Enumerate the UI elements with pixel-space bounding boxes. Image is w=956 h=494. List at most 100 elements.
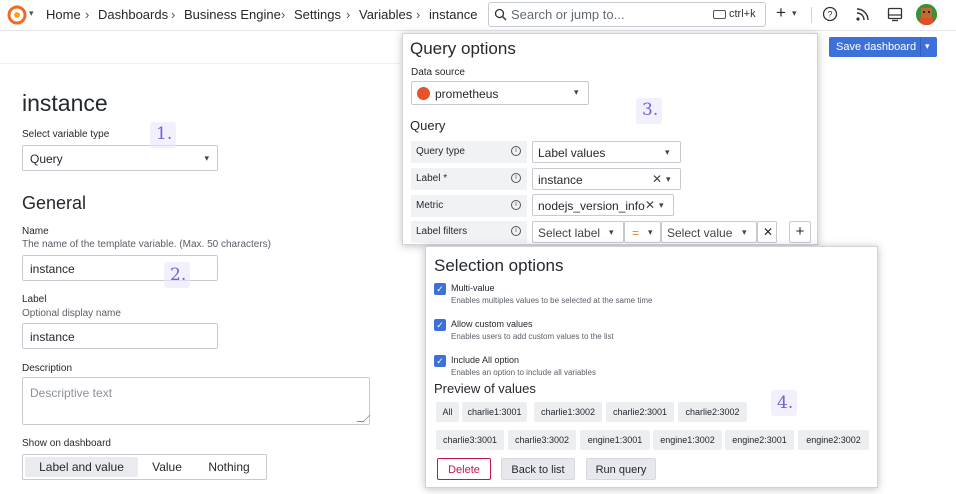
save-divider bbox=[920, 37, 921, 57]
include-all-title: Include All option bbox=[451, 355, 520, 365]
annotation-4: 4. bbox=[777, 393, 794, 413]
info-icon: i bbox=[511, 173, 521, 183]
preview-value-chip: charlie1:3001 bbox=[462, 402, 527, 422]
save-dashboard-button[interactable]: Save dashboard ▾ bbox=[829, 37, 937, 57]
metric-select[interactable]: nodejs_version_info ✕ ▾ bbox=[532, 194, 674, 216]
chevron-down-icon[interactable]: ▾ bbox=[792, 8, 797, 19]
filter-value-placeholder: Select value bbox=[667, 226, 733, 240]
chevron-down-icon: ▾ bbox=[648, 227, 653, 237]
include-all-checkbox[interactable]: ✓ bbox=[434, 355, 446, 367]
search-icon bbox=[494, 8, 507, 21]
label-label: Label bbox=[22, 294, 47, 305]
show-on-dashboard-label: Show on dashboard bbox=[22, 438, 111, 449]
label-input[interactable]: instance bbox=[22, 323, 218, 349]
back-to-list-button[interactable]: Back to list bbox=[501, 458, 575, 480]
chevron-down-icon: ▾ bbox=[609, 227, 614, 237]
resize-handle-icon[interactable] bbox=[356, 415, 371, 422]
info-icon: i bbox=[511, 200, 521, 210]
custom-values-title: Allow custom values bbox=[451, 319, 533, 329]
rss-icon[interactable] bbox=[855, 6, 872, 23]
add-button[interactable]: + bbox=[776, 3, 786, 23]
label-select-value: instance bbox=[538, 173, 583, 187]
dock-icon[interactable] bbox=[887, 6, 904, 23]
query-heading: Query bbox=[410, 118, 446, 133]
multi-value-checkbox[interactable]: ✓ bbox=[434, 283, 446, 295]
breadcrumb-separator-icon: › bbox=[85, 7, 90, 22]
clear-icon[interactable]: ✕ bbox=[652, 172, 662, 186]
chevron-down-icon: ▾ bbox=[666, 174, 671, 184]
metric-label: Metric i bbox=[411, 195, 527, 217]
filter-value-select[interactable]: Select value ▾ bbox=[661, 221, 757, 243]
prometheus-icon bbox=[417, 87, 430, 100]
chevron-down-icon[interactable]: ▾ bbox=[29, 8, 34, 19]
breadcrumb-settings[interactable]: Settings bbox=[294, 7, 341, 22]
variable-type-value: Query bbox=[30, 152, 63, 166]
search-input[interactable]: Search or jump to... ctrl+k bbox=[488, 2, 766, 27]
radio-label-and-value[interactable]: Label and value bbox=[25, 457, 138, 477]
delete-button[interactable]: Delete bbox=[437, 458, 491, 480]
remove-filter-button[interactable]: ✕ bbox=[757, 221, 777, 243]
chevron-down-icon: ▾ bbox=[742, 227, 747, 237]
content-divider bbox=[0, 63, 400, 64]
variable-type-select[interactable]: Query ▾ bbox=[22, 145, 218, 171]
info-icon: i bbox=[511, 146, 521, 156]
query-options-panel: Query options Data source prometheus ▾ 3… bbox=[402, 33, 818, 245]
label-value: instance bbox=[30, 330, 75, 344]
query-type-select[interactable]: Label values ▾ bbox=[532, 141, 681, 163]
preview-value-chip: charlie3:3001 bbox=[436, 430, 504, 450]
preview-value-chip: engine2:3002 bbox=[798, 430, 869, 450]
datasource-label: Data source bbox=[411, 67, 465, 78]
metric-value: nodejs_version_info bbox=[538, 199, 645, 213]
search-shortcut: ctrl+k bbox=[729, 8, 756, 20]
selection-options-title: Selection options bbox=[434, 256, 564, 275]
breadcrumb-business-engine[interactable]: Business Engine bbox=[184, 7, 281, 22]
radio-nothing[interactable]: Nothing bbox=[196, 457, 262, 477]
svg-text:?: ? bbox=[827, 10, 832, 20]
preview-value-chip: engine1:3001 bbox=[580, 430, 650, 450]
label-select[interactable]: instance ✕ ▾ bbox=[532, 168, 681, 190]
label-description: Optional display name bbox=[22, 308, 121, 319]
custom-values-checkbox[interactable]: ✓ bbox=[434, 319, 446, 331]
breadcrumb-dashboards[interactable]: Dashboards bbox=[98, 7, 168, 22]
chevron-down-icon[interactable]: ▾ bbox=[925, 41, 930, 52]
label-filters-label: Label filters i bbox=[411, 221, 527, 243]
breadcrumb-separator-icon: › bbox=[346, 7, 351, 22]
page-title: instance bbox=[22, 90, 108, 116]
grafana-logo-icon[interactable] bbox=[6, 4, 28, 26]
description-textarea[interactable]: Descriptive text bbox=[22, 377, 371, 425]
preview-value-chip: All bbox=[436, 402, 459, 422]
preview-value-chip: charlie2:3001 bbox=[606, 402, 674, 422]
help-icon[interactable]: ? bbox=[822, 6, 839, 23]
filter-label-select[interactable]: Select label ▾ bbox=[532, 221, 624, 243]
multi-value-title: Multi-value bbox=[451, 283, 495, 293]
chevron-down-icon: ▾ bbox=[665, 147, 670, 157]
preview-value-chip: engine1:3002 bbox=[653, 430, 722, 450]
multi-value-desc: Enables multiples values to be selected … bbox=[451, 296, 653, 305]
query-type-label: Query type i bbox=[411, 141, 527, 163]
top-nav-bar: ▾ Home › Dashboards › Business Engine › … bbox=[0, 0, 956, 31]
add-filter-button[interactable]: + bbox=[789, 221, 811, 243]
user-avatar[interactable] bbox=[916, 4, 937, 25]
annotation-1: 1. bbox=[156, 124, 173, 144]
breadcrumb-home[interactable]: Home bbox=[46, 7, 81, 22]
breadcrumb-variables[interactable]: Variables bbox=[359, 7, 412, 22]
name-value: instance bbox=[30, 262, 75, 276]
query-type-value: Label values bbox=[538, 146, 606, 160]
breadcrumb-separator-icon: › bbox=[281, 7, 286, 22]
run-query-button[interactable]: Run query bbox=[586, 458, 656, 480]
filter-operator: = bbox=[632, 226, 640, 240]
annotation-2: 2. bbox=[170, 265, 187, 285]
name-description: The name of the template variable. (Max.… bbox=[22, 239, 272, 250]
radio-value[interactable]: Value bbox=[141, 457, 193, 477]
variable-type-label: Select variable type bbox=[22, 129, 110, 140]
datasource-select[interactable]: prometheus ▾ bbox=[411, 81, 589, 105]
preview-value-chip: charlie1:3002 bbox=[534, 402, 602, 422]
chevron-down-icon: ▾ bbox=[659, 200, 664, 210]
clear-icon[interactable]: ✕ bbox=[645, 198, 655, 212]
general-heading: General bbox=[22, 193, 87, 213]
description-label: Description bbox=[22, 363, 73, 374]
filter-operator-select[interactable]: = ▾ bbox=[624, 221, 661, 243]
description-placeholder: Descriptive text bbox=[30, 386, 113, 400]
filter-label-placeholder: Select label bbox=[538, 226, 601, 240]
custom-values-desc: Enables users to add custom values to th… bbox=[451, 332, 614, 341]
